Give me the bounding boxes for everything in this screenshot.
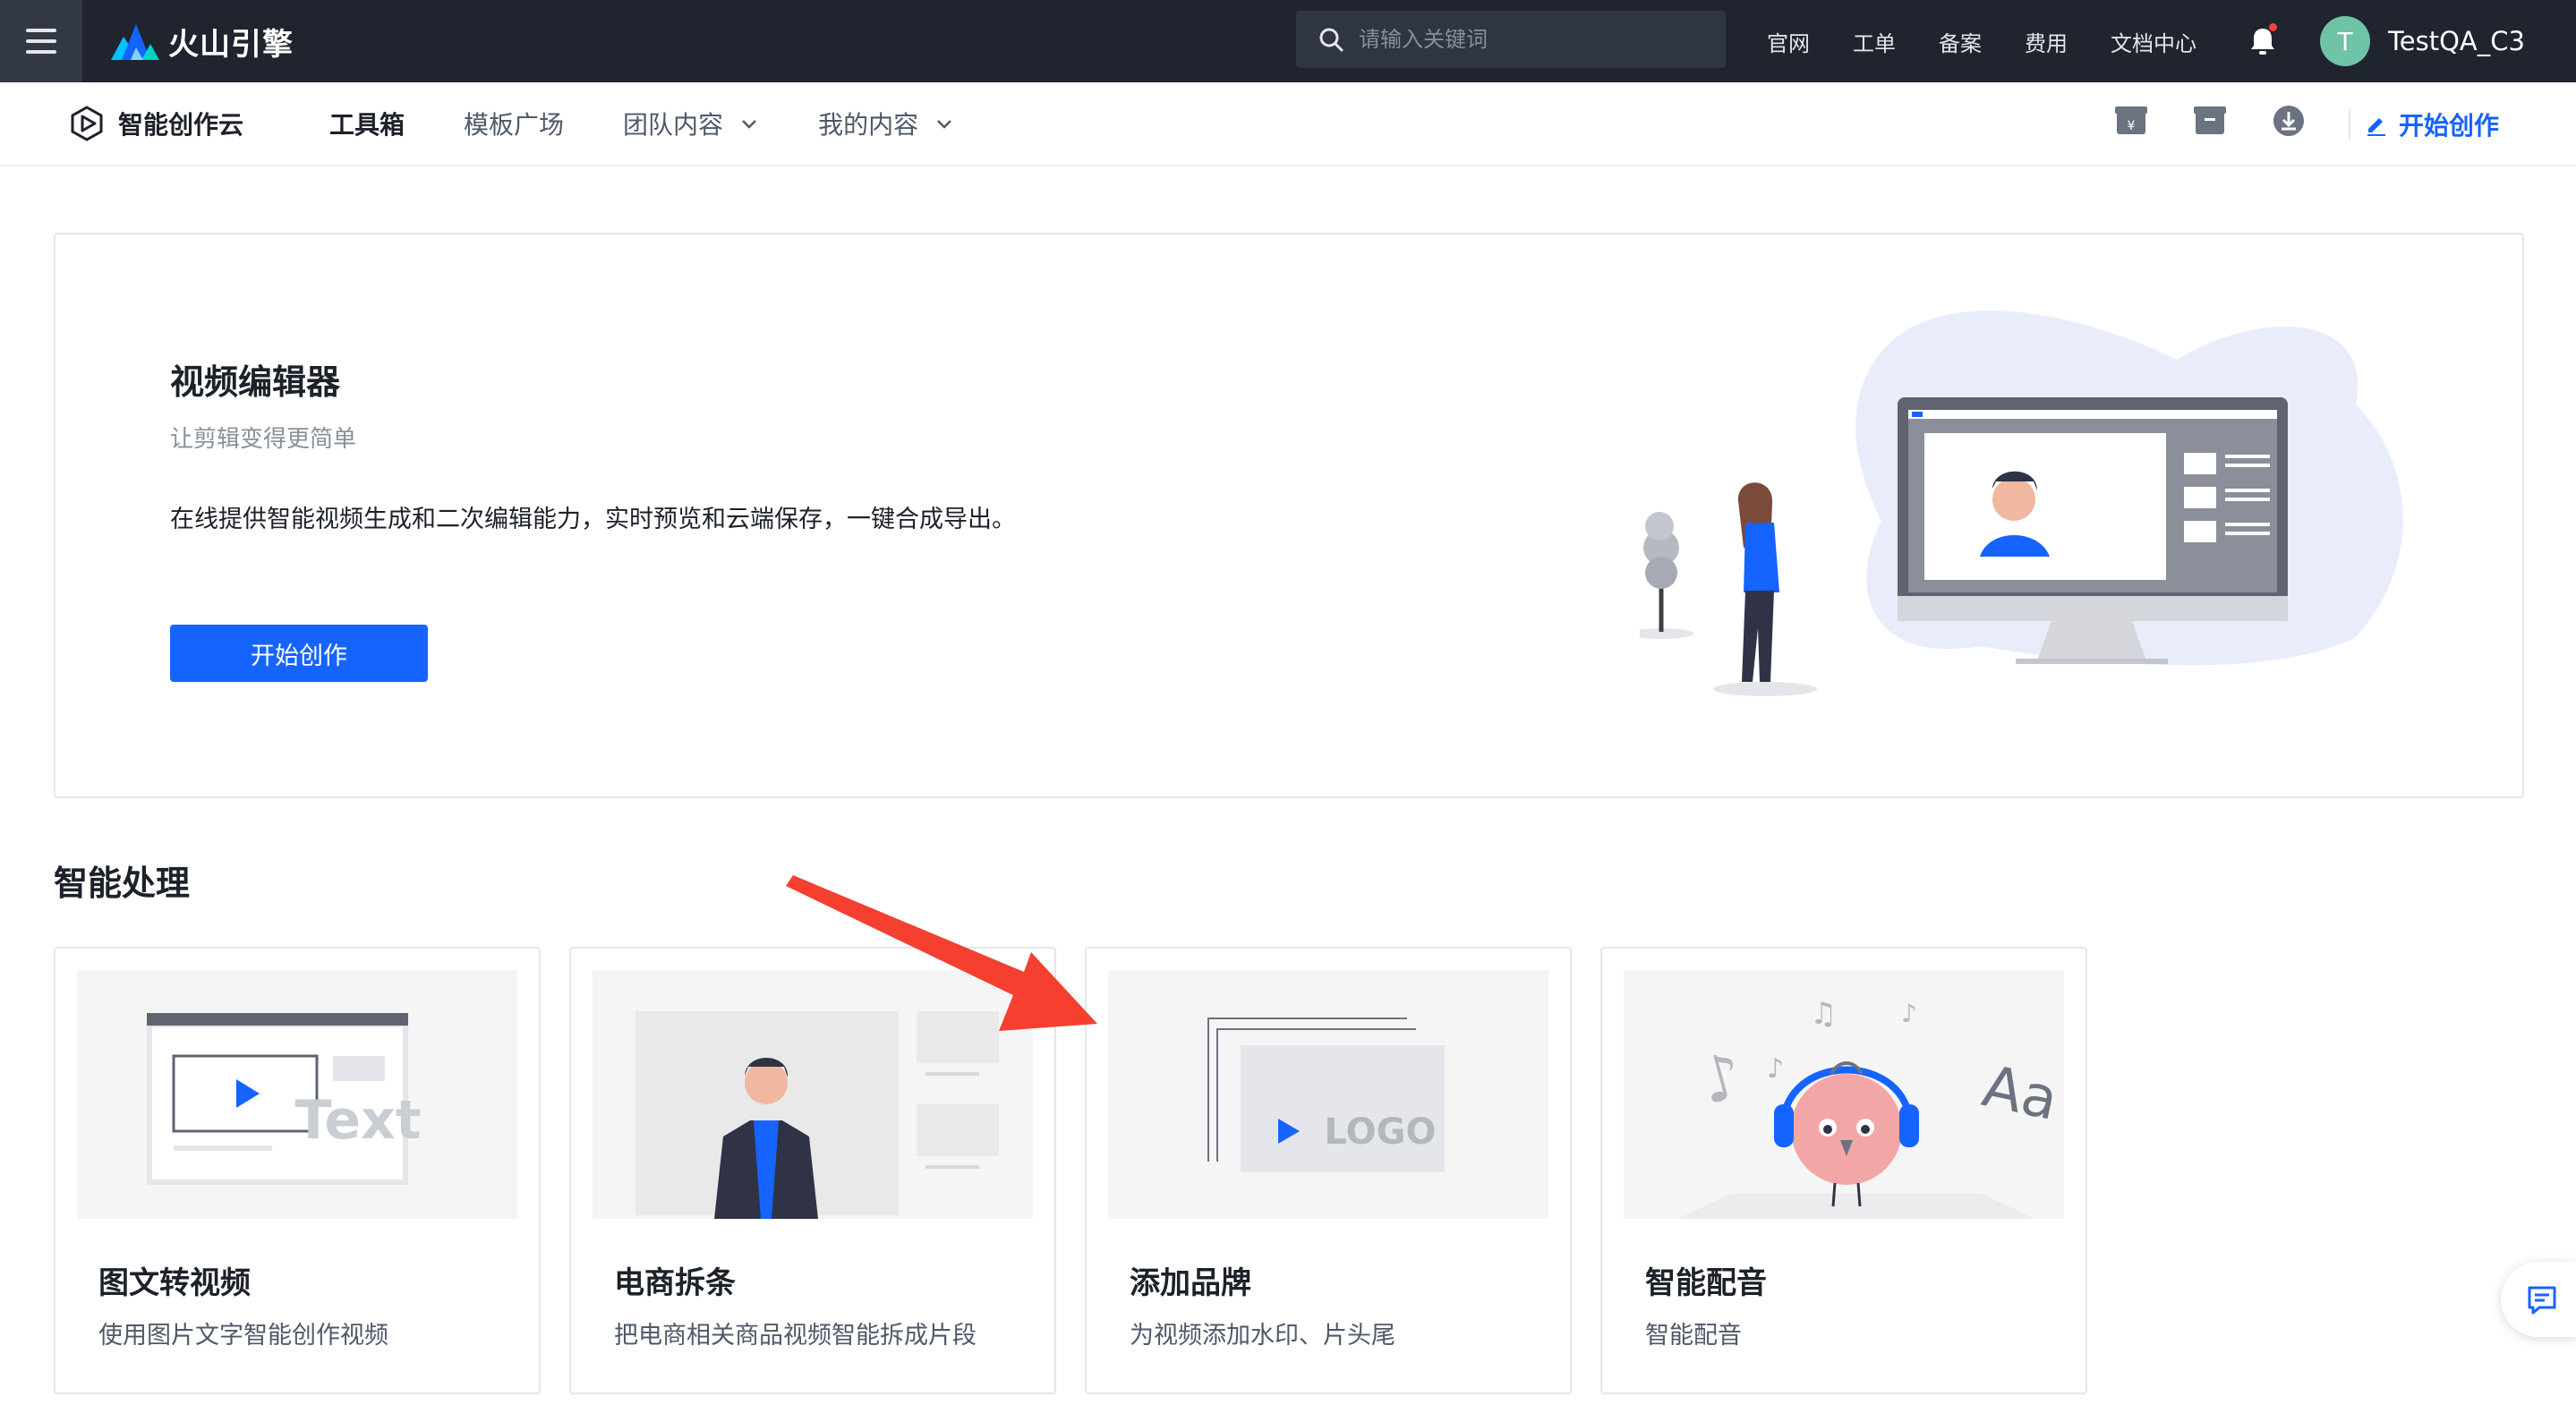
billing-box-icon[interactable]: ¥: [2112, 102, 2150, 140]
hero-subtitle: 让剪辑变得更简单: [170, 426, 357, 453]
card-title: 添加品牌: [1130, 1265, 1251, 1301]
tabs: 工具箱 模板广场 团队内容 我的内容: [329, 106, 1013, 141]
product-name: 智能创作云: [118, 110, 244, 140]
tab-templates[interactable]: 模板广场: [464, 106, 564, 141]
smart-dubbing-illustration: ♪ ♪ ♫ ♪ Aa: [1677, 996, 2064, 1219]
section-title: 智能处理: [54, 864, 191, 903]
add-brand-illustration: LOGO: [1207, 1018, 1445, 1172]
card-description: 使用图片文字智能创作视频: [98, 1322, 388, 1350]
top-link-official[interactable]: 官网: [1767, 26, 1810, 57]
card-smart-dubbing[interactable]: ♪ ♪ ♫ ♪ Aa 智能配音 智能配音: [1600, 947, 2087, 1394]
notification-dot: [2269, 23, 2277, 31]
svg-text:♪: ♪: [1693, 1038, 1750, 1120]
svg-text:¥: ¥: [2128, 119, 2136, 133]
card-thumbnail: LOGO: [1108, 970, 1548, 1219]
card-title: 智能配音: [1645, 1265, 1767, 1301]
volcano-logo-icon: [111, 24, 159, 60]
svg-text:♪: ♪: [1901, 999, 1917, 1028]
hero-title: 视频编辑器: [170, 362, 341, 402]
brand-logo[interactable]: 火山引擎: [109, 20, 294, 64]
card-thumbnail: Text: [77, 970, 517, 1219]
red-arrow-annotation: [786, 875, 1097, 1031]
card-thumbnail: ♪ ♪ ♫ ♪ Aa: [1624, 970, 2064, 1219]
brand-name: 火山引擎: [168, 26, 294, 63]
thumb-text: Text: [294, 1089, 421, 1152]
top-link-filing[interactable]: 备案: [1939, 26, 1982, 57]
svg-text:♪: ♪: [1767, 1053, 1784, 1085]
sub-nav: 智能创作云 工具箱 模板广场 团队内容 我的内容 ¥ 开始创作: [0, 82, 2576, 166]
menu-icon[interactable]: [0, 0, 82, 82]
search-box[interactable]: [1296, 11, 1726, 68]
thumb-text: LOGO: [1325, 1111, 1437, 1153]
edit-icon: [2367, 118, 2385, 136]
feedback-float-button[interactable]: [2501, 1262, 2576, 1337]
chat-feedback-icon: [2528, 1286, 2556, 1315]
search-input[interactable]: [1359, 27, 1699, 52]
tab-team-content[interactable]: 团队内容: [623, 106, 759, 141]
card-image-to-video[interactable]: Text 图文转视频 使用图片文字智能创作视频: [54, 947, 541, 1394]
play-hexagon-icon: [71, 106, 103, 141]
top-link-billing[interactable]: 费用: [2025, 26, 2068, 57]
card-title: 图文转视频: [98, 1265, 251, 1301]
card-add-brand[interactable]: LOGO 添加品牌 为视频添加水印、片头尾: [1085, 947, 1572, 1394]
chevron-down-icon: [742, 120, 756, 129]
subnav-icons: ¥: [2112, 102, 2349, 140]
start-create-link[interactable]: 开始创作: [2365, 82, 2499, 166]
top-links: 官网 工单 备案 费用 文档中心: [1767, 0, 2239, 82]
notification-bell-icon[interactable]: [2245, 23, 2281, 59]
thumb-text: Aa: [1977, 1053, 2064, 1134]
top-bar: 火山引擎 官网 工单 备案 费用 文档中心 T TestQA_C3: [0, 0, 2576, 82]
avatar[interactable]: T: [2320, 16, 2370, 66]
image-to-video-illustration: Text: [147, 1013, 422, 1185]
svg-text:♫: ♫: [1810, 996, 1837, 1032]
hero-start-button[interactable]: 开始创作: [170, 625, 428, 682]
divider: [2349, 109, 2350, 140]
archive-icon[interactable]: [2191, 102, 2229, 140]
card-description: 把电商相关商品视频智能拆成片段: [614, 1322, 977, 1350]
tab-toolbox[interactable]: 工具箱: [329, 106, 405, 141]
chevron-down-icon: [937, 120, 951, 129]
search-icon: [1319, 28, 1343, 52]
card-description: 为视频添加水印、片头尾: [1130, 1322, 1395, 1350]
top-link-docs[interactable]: 文档中心: [2111, 26, 2196, 57]
video-editor-illustration: [1640, 310, 2403, 696]
card-description: 智能配音: [1645, 1322, 1742, 1350]
username[interactable]: TestQA_C3: [2388, 0, 2525, 82]
product-logo[interactable]: 智能创作云: [68, 105, 243, 142]
video-editor-banner: 视频编辑器 让剪辑变得更简单 在线提供智能视频生成和二次编辑能力，实时预览和云端…: [54, 233, 2524, 798]
card-title: 电商拆条: [614, 1265, 736, 1301]
top-link-ticket[interactable]: 工单: [1853, 26, 1896, 57]
download-icon[interactable]: [2270, 102, 2307, 140]
hero-description: 在线提供智能视频生成和二次编辑能力，实时预览和云端保存，一键合成导出。: [170, 506, 1016, 533]
tab-my-content[interactable]: 我的内容: [818, 106, 954, 141]
